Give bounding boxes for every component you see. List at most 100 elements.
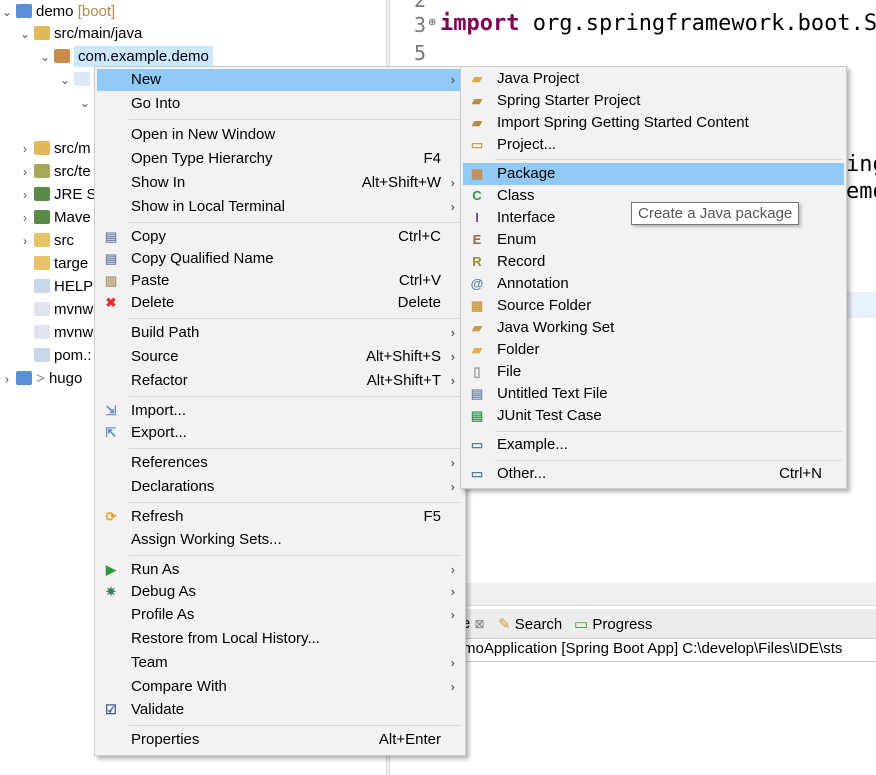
menu-item-untitled-text-file[interactable]: ▤ Untitled Text File <box>463 383 844 405</box>
chevron-right-icon[interactable]: › <box>0 368 14 390</box>
tree-item[interactable]: ⌄ demo [boot] <box>0 1 115 23</box>
menu-item-import-spring-getting-started-content[interactable]: ▰ Import Spring Getting Started Content <box>463 112 844 134</box>
tree-item[interactable]: › JRE S <box>18 184 97 206</box>
menu-item-import[interactable]: ⇲ Import... <box>97 400 463 422</box>
menu-item-label: Open in New Window <box>131 126 276 143</box>
tree-item-label: targe <box>54 255 89 272</box>
menu-item-java-project[interactable]: ▰ Java Project <box>463 68 844 90</box>
menu-item-paste[interactable]: ▥ Paste Ctrl+V <box>97 270 463 292</box>
menu-item-show-in[interactable]: Show In Alt+Shift+W › <box>97 172 463 194</box>
menu-item-open-in-new-window[interactable]: Open in New Window <box>97 124 463 146</box>
refresh-icon: ⟳ <box>105 509 117 524</box>
chevron-right-icon: › <box>450 349 455 364</box>
menu-item-references[interactable]: References › <box>97 452 463 474</box>
menu-item-restore-from-local-history[interactable]: Restore from Local History... <box>97 628 463 650</box>
chevron-right-icon[interactable]: › <box>18 184 32 206</box>
tree-item[interactable]: mvnw <box>18 299 93 321</box>
tree-item[interactable]: › Mave <box>18 207 91 229</box>
menu-item-file[interactable]: ▯ File <box>463 361 844 383</box>
menu-item-junit-test-case[interactable]: ▤ JUnit Test Case <box>463 405 844 427</box>
menu-item-other[interactable]: ▭ Other... Ctrl+N <box>463 463 844 485</box>
menu-item-properties[interactable]: Properties Alt+Enter <box>97 729 463 751</box>
menu-item-package[interactable]: ▦ Package <box>463 163 844 185</box>
chevron-right-icon[interactable]: › <box>18 230 32 252</box>
fold-icon[interactable]: ⊕ <box>428 17 436 28</box>
menu-item-annotation[interactable]: @ Annotation <box>463 273 844 295</box>
tab-search[interactable]: ✎ Search <box>498 615 562 633</box>
menu-item-export[interactable]: ⇱ Export... <box>97 422 463 444</box>
line-number: 5 <box>414 41 427 65</box>
menu-item-go-into[interactable]: Go Into <box>97 93 463 115</box>
chevron-down-icon[interactable]: ⌄ <box>18 23 32 45</box>
menu-item-build-path[interactable]: Build Path › <box>97 322 463 344</box>
chevron-right-icon: › <box>450 455 455 470</box>
tree-item[interactable]: mvnw <box>18 322 93 344</box>
menu-item-example[interactable]: ▭ Example... <box>463 434 844 456</box>
chevron-right-icon[interactable]: › <box>18 161 32 183</box>
menu-item-label: Java Working Set <box>497 319 615 336</box>
menu-item-profile-as[interactable]: Profile As › <box>97 604 463 626</box>
menu-item-folder[interactable]: ▰ Folder <box>463 339 844 361</box>
close-icon[interactable]: ⊠ <box>475 617 485 631</box>
menu-item-java-working-set[interactable]: ▰ Java Working Set <box>463 317 844 339</box>
menu-item-record[interactable]: R Record <box>463 251 844 273</box>
menu-item-label: Declarations <box>131 478 215 495</box>
tree-item[interactable]: ⌄ <box>78 92 92 114</box>
menu-item-label: Properties <box>131 731 200 748</box>
chevron-down-icon[interactable]: ⌄ <box>58 69 72 91</box>
folder-icon: ▰ <box>472 342 482 357</box>
source-folder-icon <box>34 26 50 40</box>
tree-item[interactable]: › src/te <box>18 161 91 183</box>
chevron-right-icon: › <box>450 479 455 494</box>
menu-item-label: Enum <box>497 231 537 248</box>
menu-item-label: Restore from Local History... <box>131 630 320 647</box>
menu-item-debug-as[interactable]: ✷ Debug As › <box>97 581 463 603</box>
menu-item-enum[interactable]: E Enum <box>463 229 844 251</box>
menu-item-new[interactable]: New › <box>97 69 463 91</box>
menu-item-spring-starter-project[interactable]: ▰ Spring Starter Project <box>463 90 844 112</box>
menu-item-source-folder[interactable]: ▦ Source Folder <box>463 295 844 317</box>
tree-item[interactable]: › src <box>18 230 74 252</box>
menu-item-compare-with[interactable]: Compare With › <box>97 676 463 698</box>
menu-separator <box>129 318 461 319</box>
menu-item-validate[interactable]: ☑ Validate <box>97 699 463 721</box>
tree-item[interactable]: ⌄ com.example.demo <box>38 46 213 68</box>
menu-item-team[interactable]: Team › <box>97 652 463 674</box>
menu-item-copy[interactable]: ▤ Copy Ctrl+C <box>97 226 463 248</box>
tree-item[interactable]: › src/m <box>18 138 91 160</box>
import-icon: ⇲ <box>105 403 117 418</box>
menu-item-label: JUnit Test Case <box>497 407 602 424</box>
menu-item-label: Run As <box>131 561 180 578</box>
tree-item[interactable]: pom.: <box>18 345 92 367</box>
chevron-right-icon[interactable]: › <box>18 138 32 160</box>
menu-item-label: Export... <box>131 424 187 441</box>
junit-icon: ▤ <box>470 408 484 423</box>
chevron-down-icon[interactable]: ⌄ <box>0 1 14 23</box>
tab-progress[interactable]: ▭ Progress <box>574 615 652 633</box>
menu-item-show-in-local-terminal[interactable]: Show in Local Terminal › <box>97 196 463 218</box>
tree-item-label: src <box>54 232 74 249</box>
menu-item-project[interactable]: ▭ Project... <box>463 134 844 156</box>
menu-item-run-as[interactable]: ▶ Run As › <box>97 559 463 581</box>
tree-item[interactable]: ⌄ src/main/java <box>18 23 142 45</box>
menu-item-open-type-hierarchy[interactable]: Open Type Hierarchy F4 <box>97 148 463 170</box>
chevron-down-icon[interactable]: ⌄ <box>78 92 92 114</box>
menu-item-source[interactable]: Source Alt+Shift+S › <box>97 346 463 368</box>
chevron-down-icon[interactable]: ⌄ <box>38 46 52 68</box>
menu-item-refactor[interactable]: Refactor Alt+Shift+T › <box>97 370 463 392</box>
menu-item-label: Record <box>497 253 546 270</box>
code-line[interactable]: import org.springframework.boot.Sp <box>440 11 876 36</box>
tree-item[interactable]: ⌄ <box>58 69 94 91</box>
menu-item-refresh[interactable]: ⟳ Refresh F5 <box>97 506 463 528</box>
shortcut: Ctrl+V <box>398 272 441 289</box>
menu-item-copy-qualified-name[interactable]: ▤ Copy Qualified Name <box>97 248 463 270</box>
tree-item[interactable]: HELP <box>18 276 93 298</box>
shortcut: F5 <box>423 508 441 525</box>
chevron-right-icon[interactable]: › <box>18 207 32 229</box>
tree-item[interactable]: targe <box>18 253 88 275</box>
menu-item-assign-working-sets[interactable]: Assign Working Sets... <box>97 529 463 551</box>
menu-item-delete[interactable]: ✖ Delete Delete <box>97 292 463 314</box>
menu-item-declarations[interactable]: Declarations › <box>97 476 463 498</box>
shortcut: Ctrl+N <box>779 465 822 482</box>
tree-item[interactable]: › > hugo <box>0 368 82 390</box>
